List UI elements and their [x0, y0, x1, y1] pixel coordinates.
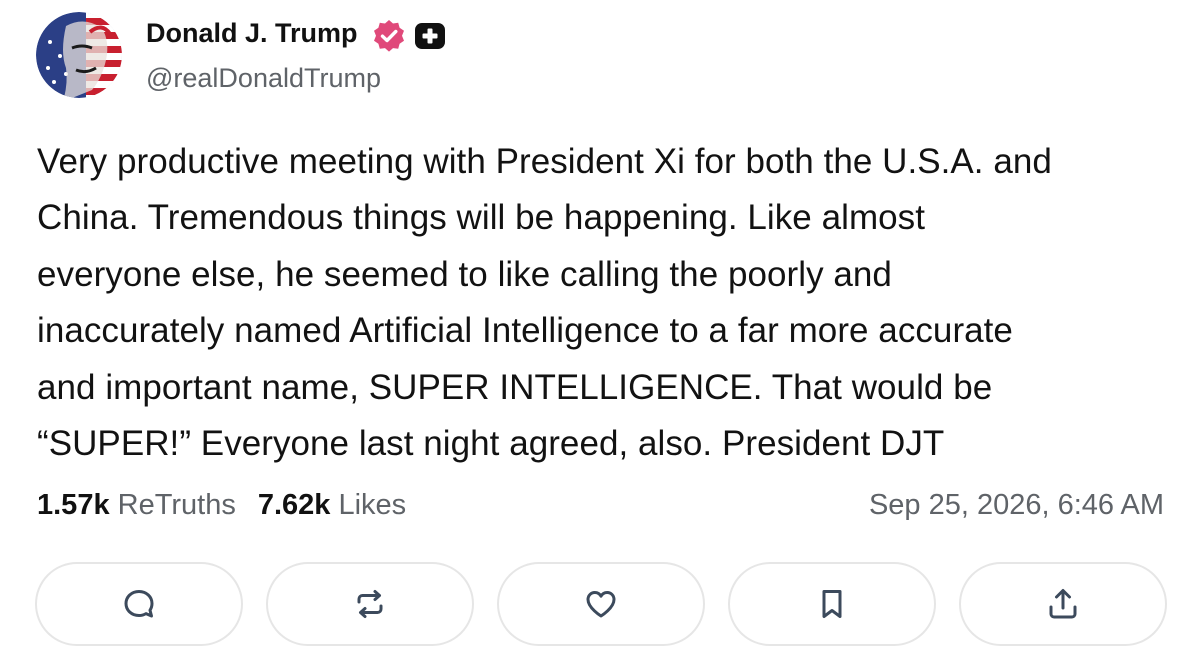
author-handle[interactable]: @realDonaldTrump	[146, 63, 381, 94]
reply-button[interactable]	[35, 562, 243, 646]
retruths-stat[interactable]: 1.57k ReTruths	[37, 489, 236, 521]
post-timestamp[interactable]: Sep 25, 2026, 6:46 AM	[869, 489, 1164, 522]
share-icon	[1049, 589, 1077, 619]
retruth-icon	[357, 590, 383, 618]
verified-badge-icon	[374, 20, 404, 52]
avatar-image	[36, 12, 122, 98]
retruths-label: ReTruths	[117, 489, 236, 521]
likes-count: 7.62k	[257, 489, 331, 521]
post-text: Very productive meeting with President X…	[37, 134, 1177, 472]
like-button[interactable]	[497, 562, 705, 646]
avatar[interactable]	[36, 12, 122, 98]
retruths-count: 1.57k	[37, 489, 110, 521]
bookmark-icon	[822, 590, 842, 618]
post-text-line: “SUPER!” Everyone last night agreed, als…	[37, 424, 945, 464]
post-text-line: inaccurately named Artificial Intelligen…	[37, 311, 1013, 351]
bookmark-button[interactable]	[728, 562, 936, 646]
share-button[interactable]	[959, 562, 1167, 646]
truth-post: Donald J. Trump @realDonaldTrump Very pr…	[0, 0, 1200, 650]
post-text-line: and important name, SUPER INTELLIGENCE. …	[37, 367, 993, 407]
truth-plus-badge-icon	[415, 23, 445, 49]
post-text-line: Very productive meeting with President X…	[37, 142, 1052, 181]
reply-icon	[124, 590, 154, 618]
post-stats: 1.57k ReTruths 7.62k Likes	[37, 489, 406, 522]
likes-label: Likes	[338, 489, 407, 521]
action-bar	[35, 562, 1167, 646]
post-text-line: everyone else, he seemed to like calling…	[37, 254, 892, 294]
like-icon	[586, 591, 616, 618]
likes-stat[interactable]: 7.62k Likes	[258, 489, 406, 521]
post-text-line: China. Tremendous things will be happeni…	[37, 198, 925, 238]
retruth-button[interactable]	[266, 562, 474, 646]
author-display-name[interactable]: Donald J. Trump	[146, 18, 358, 49]
